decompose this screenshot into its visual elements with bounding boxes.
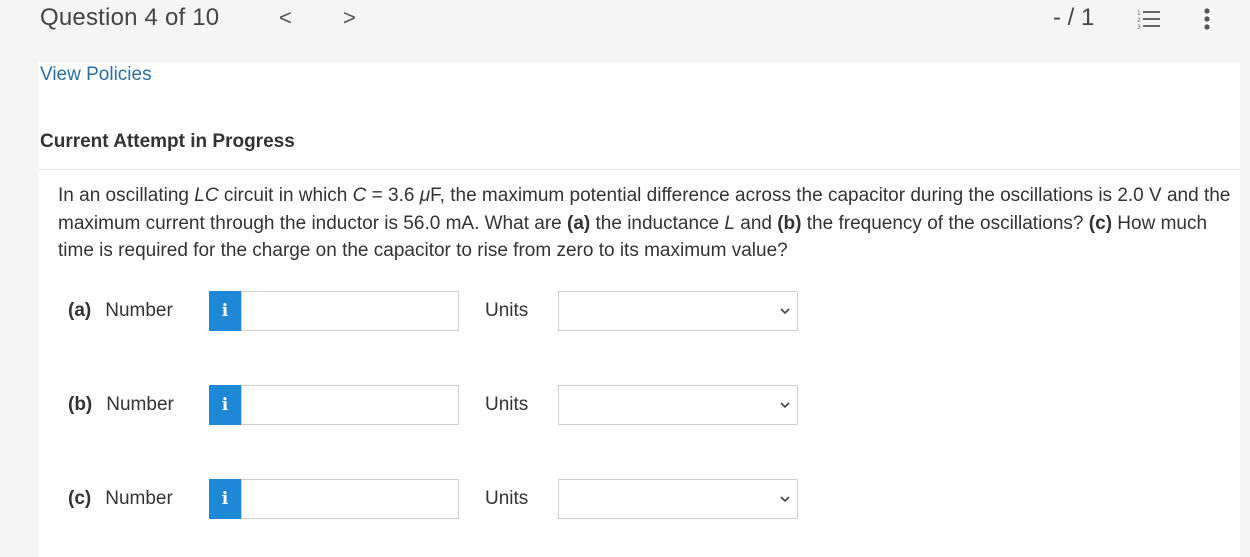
answer-row-b: (b) Number i Units xyxy=(38,385,1240,427)
more-options-icon[interactable] xyxy=(1199,6,1215,34)
question-text-part: μ xyxy=(419,185,431,206)
answer-label-b: (b) Number xyxy=(68,394,174,416)
chevron-down-icon xyxy=(780,402,790,409)
view-policies-link[interactable]: View Policies xyxy=(40,64,152,86)
chevron-down-icon xyxy=(780,496,790,503)
attempt-heading: Current Attempt in Progress xyxy=(40,131,295,152)
info-button-c[interactable]: i xyxy=(209,479,241,519)
next-question-button[interactable]: > xyxy=(343,4,356,32)
question-text-part: In an oscillating xyxy=(58,185,195,206)
question-text-part: and xyxy=(734,212,778,234)
divider xyxy=(38,169,1240,170)
answer-row-c: (c) Number i Units xyxy=(38,479,1240,521)
info-button-b[interactable]: i xyxy=(209,385,241,425)
units-label-c: Units xyxy=(485,488,529,509)
question-panel: View Policies Current Attempt in Progres… xyxy=(38,62,1240,557)
question-text-part: L xyxy=(724,212,735,234)
question-text-part: C xyxy=(352,185,367,206)
part-letter-a: (a) xyxy=(68,300,92,321)
answer-label-c: (c) Number xyxy=(68,488,173,510)
question-text-part: LC xyxy=(194,185,219,206)
question-text-part: (a) xyxy=(567,212,591,234)
chevron-down-icon xyxy=(780,308,790,315)
part-letter-c: (c) xyxy=(68,488,92,509)
svg-text:1: 1 xyxy=(1137,10,1141,17)
units-select-c[interactable] xyxy=(558,479,798,519)
units-select-a[interactable] xyxy=(558,291,798,331)
question-text-part: circuit in which xyxy=(218,185,353,206)
question-text-part: (b) xyxy=(777,212,802,234)
answer-row-a: (a) Number i Units xyxy=(38,291,1240,333)
units-label-a: Units xyxy=(485,300,529,321)
number-input-c[interactable] xyxy=(241,479,459,519)
units-select-b[interactable] xyxy=(558,385,798,425)
question-text-part: = 3.6 xyxy=(366,185,420,206)
question-text-part: (c) xyxy=(1088,212,1113,234)
question-list-icon[interactable]: 1 2 3 xyxy=(1137,8,1161,32)
number-input-b[interactable] xyxy=(241,385,459,425)
svg-text:2: 2 xyxy=(1137,17,1141,24)
svg-text:3: 3 xyxy=(1137,24,1141,31)
info-button-a[interactable]: i xyxy=(209,291,241,331)
units-label-b: Units xyxy=(485,394,529,415)
previous-question-button[interactable]: < xyxy=(279,4,292,32)
question-text: In an oscillating LC circuit in which C … xyxy=(58,182,1233,265)
number-label-a: Number xyxy=(105,300,173,321)
answer-label-a: (a) Number xyxy=(68,300,173,322)
number-label-b: Number xyxy=(106,394,174,415)
part-letter-b: (b) xyxy=(68,394,93,415)
top-bar: Question 4 of 10 < > - / 1 1 2 3 xyxy=(0,0,1250,38)
number-input-a[interactable] xyxy=(241,291,459,331)
question-score: - / 1 xyxy=(1053,4,1095,31)
question-text-part: the inductance xyxy=(590,212,725,234)
question-counter: Question 4 of 10 xyxy=(40,4,220,31)
number-label-c: Number xyxy=(105,488,173,509)
question-text-part: the frequency of the oscillations? xyxy=(801,212,1089,234)
